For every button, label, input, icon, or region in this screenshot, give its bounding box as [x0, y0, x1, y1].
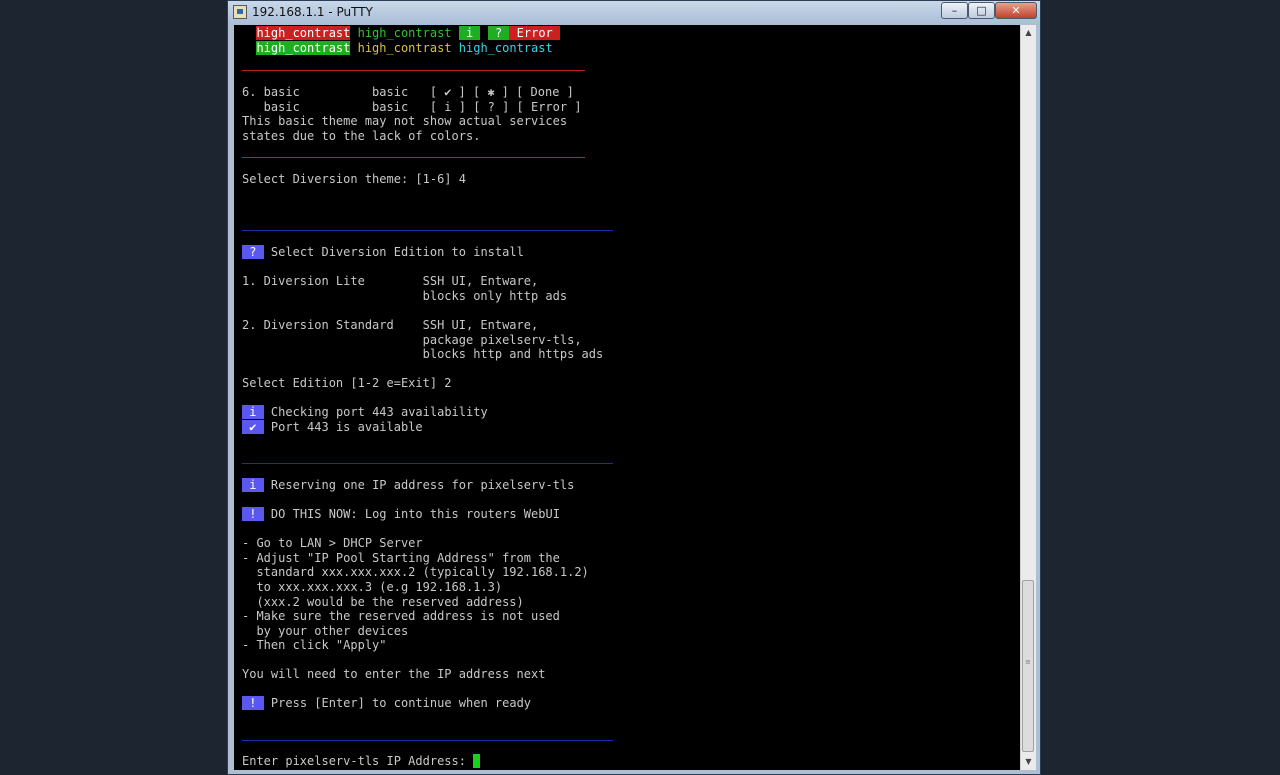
exclamation-icon-label: ! — [249, 507, 257, 521]
press-enter-line: ! Press [Enter] to continue when ready — [242, 696, 531, 711]
error-badge: Error — [509, 26, 560, 40]
instruction-line: - Then click "Apply" — [242, 638, 387, 652]
theme-row-high-contrast-2: high_contrast high_contrast high_contras… — [242, 41, 553, 56]
exclamation-icon-label: ! — [249, 696, 257, 710]
close-button[interactable]: ✕ — [995, 2, 1037, 19]
basic-theme-text: 6. basic basic [ — [242, 85, 445, 99]
divider-blue — [242, 463, 613, 464]
putty-app-icon[interactable] — [233, 5, 247, 19]
text-cursor[interactable] — [473, 754, 481, 768]
scroll-down-arrow-icon[interactable]: ▼ — [1021, 754, 1036, 770]
select-edition-prompt: Select Edition [1-2 e=Exit] 2 — [242, 376, 452, 390]
ip-address-prompt: Enter pixelserv-tls IP Address: — [242, 754, 474, 768]
instruction-line: - Make sure the reserved address is not … — [242, 609, 560, 623]
reserve-ip-line: i Reserving one IP address for pixelserv… — [242, 478, 574, 493]
divider-blue — [242, 230, 613, 231]
exclamation-icon: ! — [242, 696, 264, 710]
theme-sample: high_contrast — [256, 41, 351, 55]
putty-window: 192.168.1.1 - PuTTY – □ ✕ high_contrast … — [227, 0, 1041, 775]
divider-red — [242, 157, 585, 158]
minimize-button[interactable]: – — [941, 2, 968, 19]
instruction-line: - Adjust "IP Pool Starting Address" from… — [242, 551, 560, 565]
edition-question-line: ? Select Diversion Edition to install — [242, 245, 524, 260]
port-available-text: Port 443 is available — [263, 420, 423, 434]
basic-theme-text: ] [ Done ] — [494, 85, 574, 99]
theme-row-high-contrast-1: high_contrast high_contrast i ? Error — [242, 26, 560, 41]
edition-lite-1: 1. Diversion Lite SSH UI, Entware, — [242, 274, 539, 288]
press-enter-text: Press [Enter] to continue when ready — [263, 696, 532, 710]
vertical-scrollbar[interactable]: ▲ ≡ ▼ — [1020, 25, 1036, 770]
edition-standard-3: blocks http and https ads — [242, 347, 604, 361]
basic-theme-text: ] [ — [451, 85, 488, 99]
theme-row-basic-2: basic basic [ i ] [ ? ] [ Error ] — [242, 100, 582, 114]
scroll-up-arrow-icon[interactable]: ▲ — [1021, 25, 1036, 41]
edition-question-text: Select Diversion Edition to install — [263, 245, 524, 259]
instruction-line: by your other devices — [242, 624, 409, 638]
divider-blue — [242, 740, 613, 741]
theme-row-basic-1: 6. basic basic [ ✔ ] [ ✱ ] [ Done ] — [242, 85, 574, 100]
port-check-line: i Checking port 443 availability — [242, 405, 488, 420]
theme-sample: high_contrast — [458, 41, 553, 55]
info-icon: i — [242, 478, 264, 492]
do-this-now-line: ! DO THIS NOW: Log into this routers Web… — [242, 507, 560, 522]
checkmark-icon-label: ✔ — [249, 420, 257, 434]
title-bar[interactable]: 192.168.1.1 - PuTTY – □ ✕ — [228, 1, 1040, 25]
do-this-now-text: DO THIS NOW: Log into this routers WebUI — [263, 507, 560, 521]
question-badge: ? — [487, 26, 510, 40]
error-badge-label: Error — [516, 26, 553, 40]
port-available-line: ✔ Port 443 is available — [242, 420, 423, 435]
edition-lite-2: blocks only http ads — [242, 289, 568, 303]
divider-red — [242, 70, 585, 71]
question-icon-label: ? — [249, 245, 257, 259]
checkmark-icon: ✔ — [242, 420, 264, 434]
info-badge-label: i — [466, 26, 474, 40]
info-icon: i — [242, 405, 264, 419]
question-icon: ? — [242, 245, 264, 259]
edition-standard-2: package pixelserv-tls, — [242, 333, 582, 347]
window-title: 192.168.1.1 - PuTTY — [252, 5, 373, 19]
exclamation-icon: ! — [242, 507, 264, 521]
basic-theme-note: This basic theme may not show actual ser… — [242, 114, 568, 128]
grip-icon: ≡ — [1025, 658, 1031, 666]
need-ip-note: You will need to enter the IP address ne… — [242, 667, 546, 681]
instruction-line: standard xxx.xxx.xxx.2 (typically 192.16… — [242, 565, 589, 579]
basic-theme-note: states due to the lack of colors. — [242, 129, 481, 143]
maximize-button[interactable]: □ — [968, 2, 995, 19]
scrollbar-thumb[interactable]: ≡ — [1022, 580, 1034, 752]
question-badge-label: ? — [494, 26, 503, 40]
info-icon-label: i — [249, 405, 257, 419]
theme-sample: high_contrast — [357, 26, 452, 40]
instruction-line: to xxx.xxx.xxx.3 (e.g 192.168.1.3) — [242, 580, 503, 594]
theme-sample: high_contrast — [256, 26, 351, 40]
select-theme-prompt: Select Diversion theme: [1-6] 4 — [242, 172, 466, 186]
edition-standard-1: 2. Diversion Standard SSH UI, Entware, — [242, 318, 539, 332]
instruction-line: - Go to LAN > DHCP Server — [242, 536, 423, 550]
port-check-text: Checking port 443 availability — [263, 405, 488, 419]
reserve-ip-text: Reserving one IP address for pixelserv-t… — [263, 478, 575, 492]
info-icon-label: i — [249, 478, 257, 492]
ip-input-line[interactable]: Enter pixelserv-tls IP Address: — [242, 754, 481, 769]
info-badge: i — [458, 26, 481, 40]
theme-sample: high_contrast — [357, 41, 452, 55]
instruction-line: (xxx.2 would be the reserved address) — [242, 595, 524, 609]
terminal-area[interactable]: high_contrast high_contrast i ? Error hi… — [234, 25, 1020, 770]
